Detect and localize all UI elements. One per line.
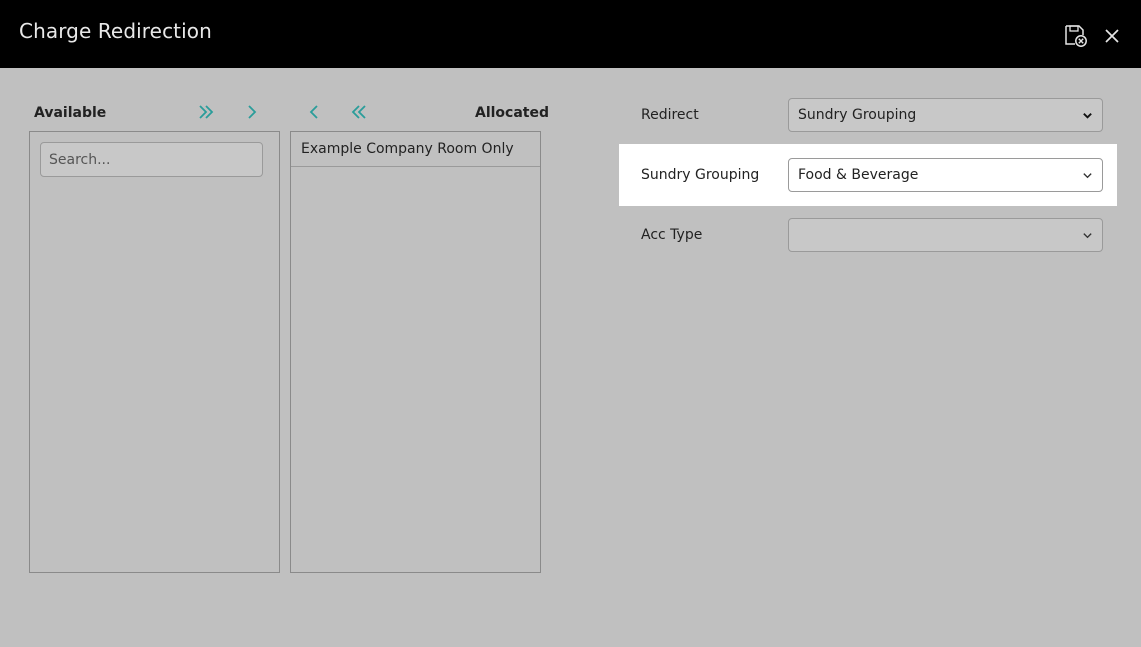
chevron-down-icon — [1083, 173, 1092, 179]
available-label: Available — [34, 105, 107, 121]
chevron-down-icon — [1083, 233, 1092, 239]
close-button[interactable] — [1098, 22, 1126, 50]
double-chevron-left-icon — [351, 105, 366, 119]
save-button[interactable] — [1062, 22, 1090, 50]
header-bar: Charge Redirection — [0, 0, 1141, 68]
sundry-grouping-row: Sundry Grouping Food & Beverage — [619, 144, 1117, 206]
sundry-grouping-value: Food & Beverage — [798, 167, 919, 183]
save-cancel-icon — [1065, 25, 1087, 47]
sundry-grouping-label: Sundry Grouping — [641, 167, 760, 183]
chevron-right-icon — [248, 105, 257, 119]
acc-type-select[interactable] — [788, 218, 1103, 252]
redirect-label: Redirect — [641, 107, 699, 123]
acc-type-label: Acc Type — [641, 227, 703, 243]
search-input[interactable] — [40, 142, 263, 177]
list-item[interactable]: Example Company Room Only — [291, 132, 540, 167]
chevron-down-icon — [1083, 113, 1092, 119]
allocated-label: Allocated — [475, 105, 550, 121]
move-right-button[interactable] — [240, 100, 264, 124]
close-icon — [1105, 29, 1119, 43]
redirect-value: Sundry Grouping — [798, 107, 917, 123]
move-all-left-button[interactable] — [347, 100, 371, 124]
allocated-list[interactable]: Example Company Room Only — [290, 131, 541, 573]
redirect-select[interactable]: Sundry Grouping — [788, 98, 1103, 132]
sundry-grouping-select[interactable]: Food & Beverage — [788, 158, 1103, 192]
chevron-left-icon — [309, 105, 318, 119]
move-all-right-button[interactable] — [194, 100, 218, 124]
move-left-button[interactable] — [302, 100, 326, 124]
available-list[interactable] — [29, 131, 280, 573]
double-chevron-right-icon — [199, 105, 214, 119]
window-title: Charge Redirection — [19, 19, 212, 43]
